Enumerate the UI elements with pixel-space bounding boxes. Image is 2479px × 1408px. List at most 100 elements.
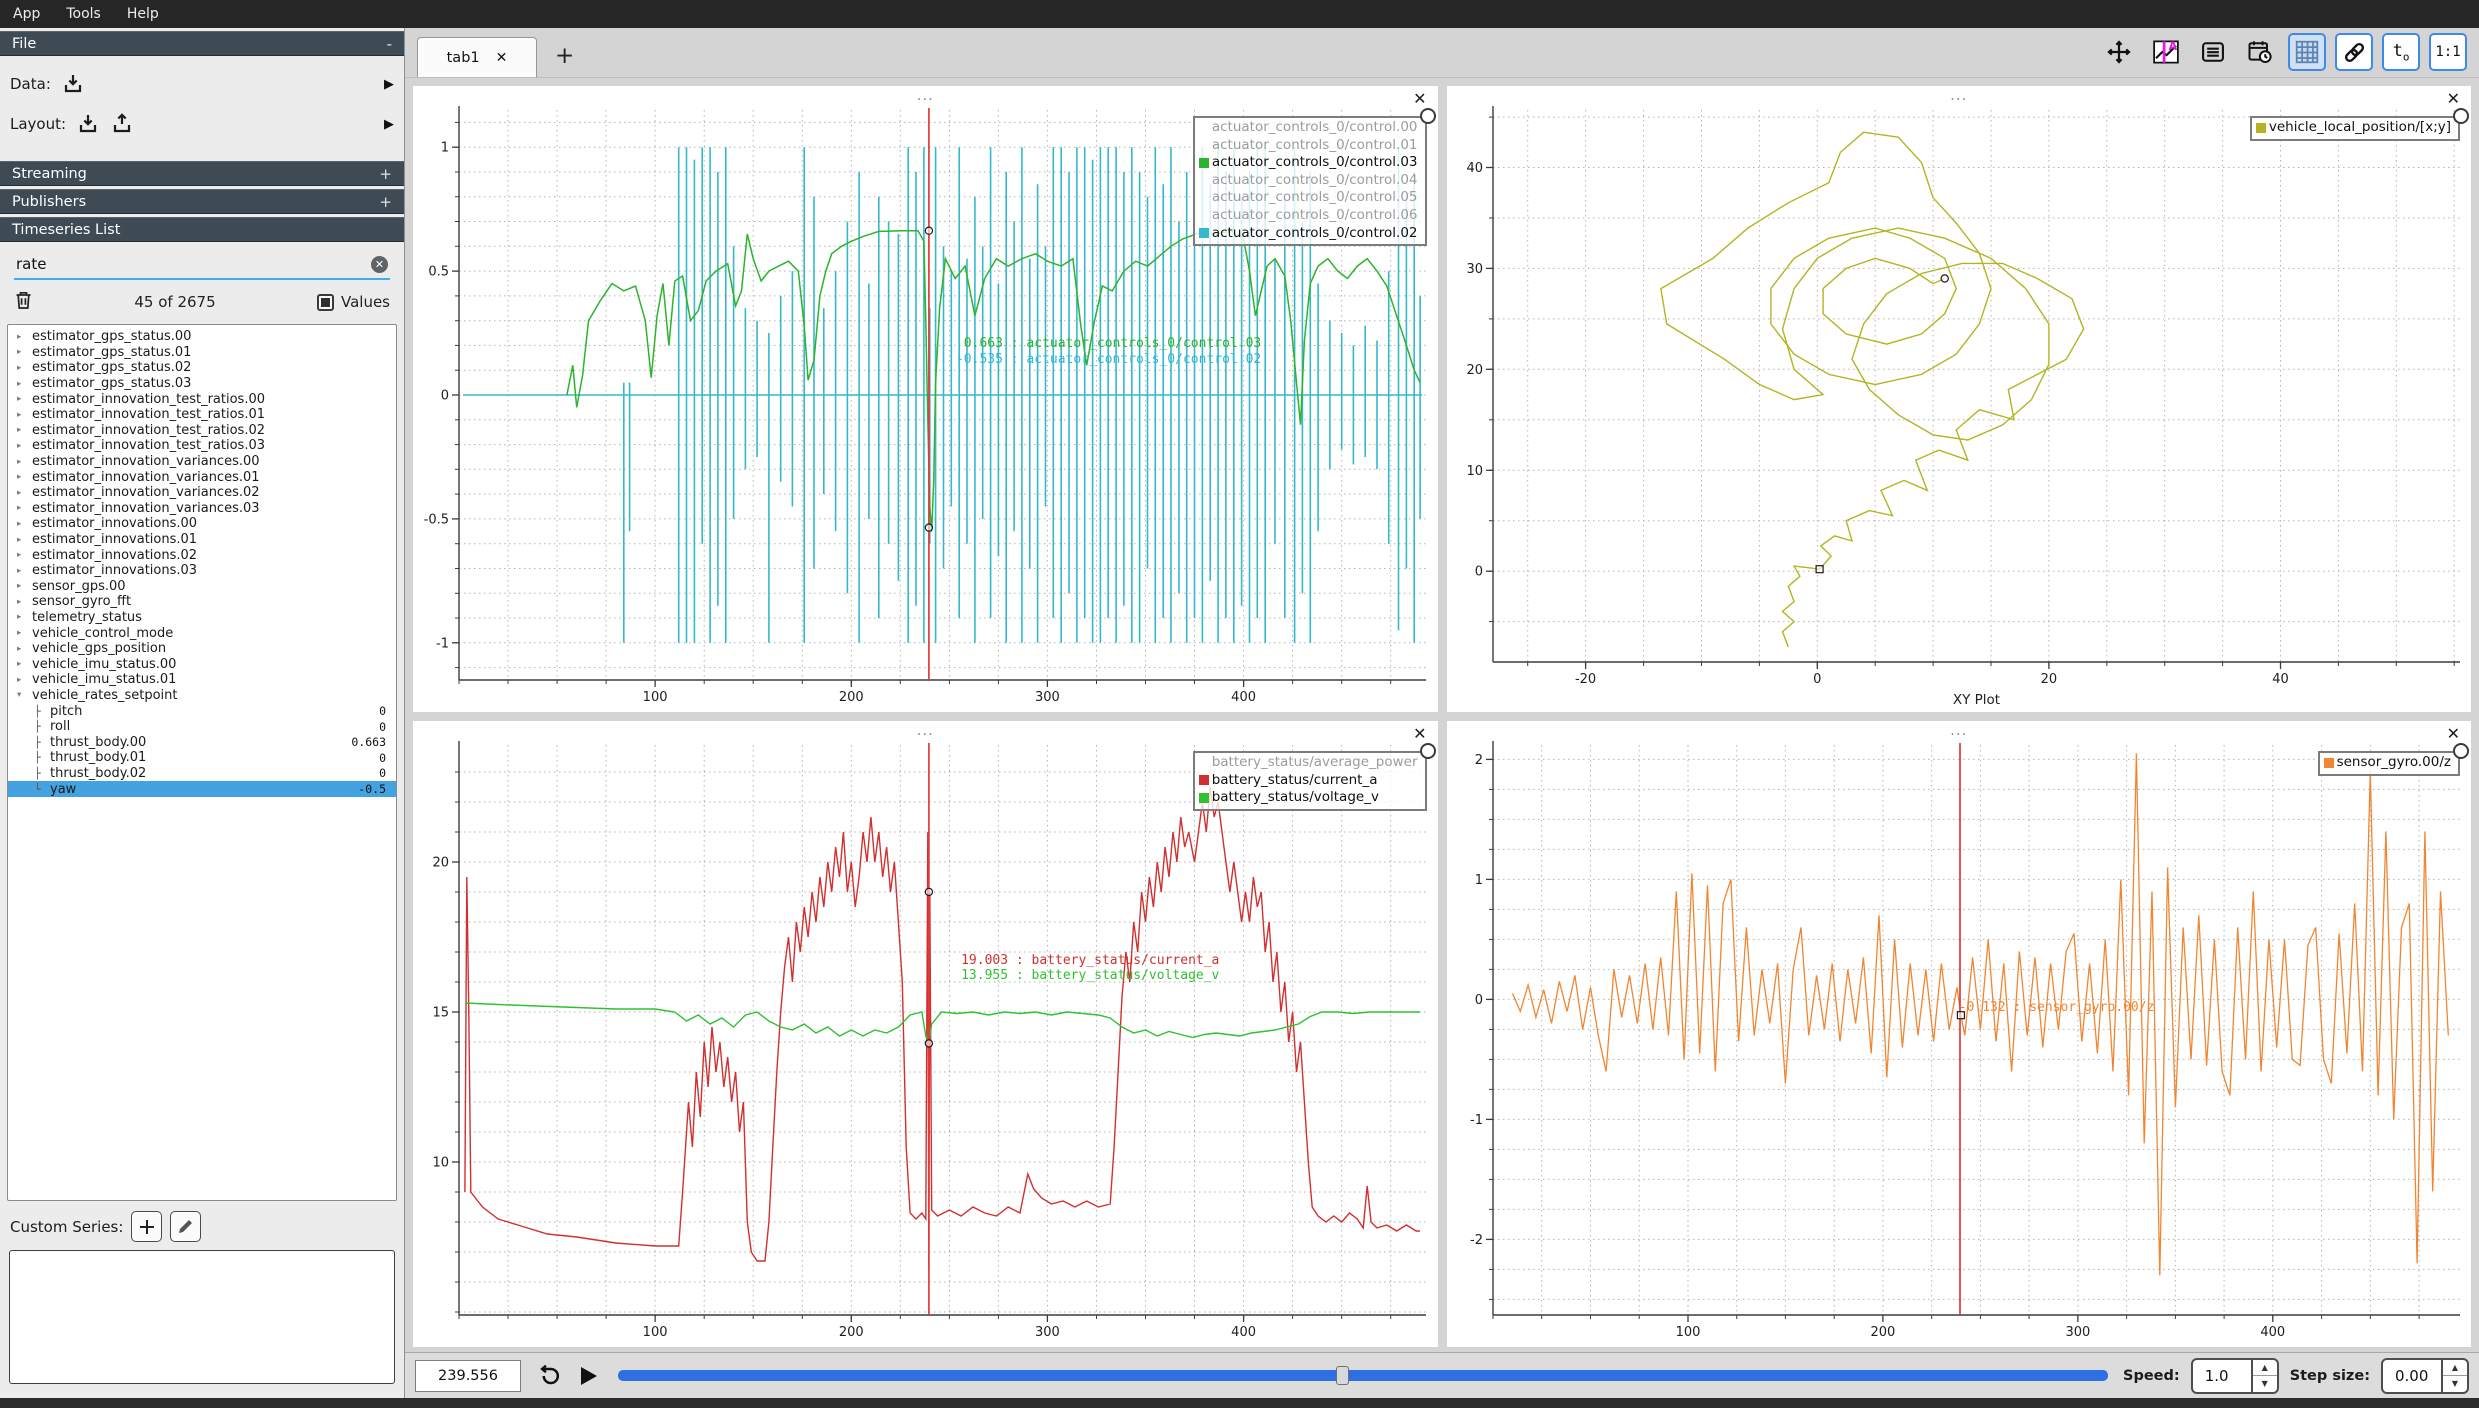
legend-entry[interactable]: vehicle_local_position/[x;y]	[2256, 119, 2451, 137]
timeseries-search-input[interactable]	[14, 252, 390, 280]
legend-entry[interactable]: sensor_gyro.00/z	[2324, 754, 2451, 772]
expand-arrow-icon[interactable]: ▸	[17, 410, 32, 420]
expand-arrow-icon[interactable]: ▸	[17, 644, 32, 654]
panel-menu-dots[interactable]: ...	[917, 86, 934, 104]
tree-item[interactable]: ▸estimator_innovation_variances.02	[8, 485, 396, 501]
panel-menu-dots[interactable]: ...	[1950, 721, 1967, 739]
tree-item[interactable]: ▸telemetry_status	[8, 610, 396, 626]
expand-arrow-icon[interactable]: ▸	[17, 394, 32, 404]
tab-close-icon[interactable]: ✕	[496, 50, 508, 66]
tree-item[interactable]: ▸estimator_innovation_variances.01	[8, 469, 396, 485]
tree-item[interactable]: ▸estimator_innovations.03	[8, 563, 396, 579]
step-size-spinbox[interactable]: 0.00 ▲▼	[2381, 1358, 2469, 1394]
speed-spin-arrows[interactable]: ▲▼	[2251, 1360, 2277, 1392]
values-checkbox[interactable]	[317, 294, 334, 311]
legend-corner-handle[interactable]	[1420, 108, 1436, 124]
expand-arrow-icon[interactable]: ▸	[17, 659, 32, 669]
expand-arrow-icon[interactable]: ▸	[17, 628, 32, 638]
battery-status-plot-canvas[interactable]: 100200300400101520	[413, 721, 1438, 1347]
legend-corner-handle[interactable]	[2453, 108, 2469, 124]
tree-item[interactable]: ▸estimator_innovation_test_ratios.01	[8, 407, 396, 423]
plot-legend[interactable]: battery_status/average_powerbattery_stat…	[1193, 751, 1427, 811]
legend-entry[interactable]: battery_status/average_power	[1199, 754, 1418, 772]
expand-arrow-icon[interactable]: ▸	[17, 472, 32, 482]
expand-arrow-icon[interactable]: ▸	[17, 441, 32, 451]
plot-panel-battery-status[interactable]: 100200300400101520... ✕ battery_status/ave…	[413, 721, 1438, 1347]
expand-arrow-icon[interactable]: ▸	[17, 332, 32, 342]
legend-entry[interactable]: actuator_controls_0/control.01	[1199, 137, 1418, 155]
plot-legend[interactable]: sensor_gyro.00/z	[2318, 751, 2460, 776]
menu-item-help[interactable]: Help	[114, 6, 172, 22]
gyro-z-plot-canvas[interactable]: 100200300400-2-1012	[1447, 721, 2472, 1347]
data-menu-arrow-icon[interactable]: ▶	[384, 77, 394, 92]
tree-item[interactable]: ▸estimator_innovations.00	[8, 516, 396, 532]
legend-entry[interactable]: actuator_controls_0/control.04	[1199, 172, 1418, 190]
expand-arrow-icon[interactable]: ▸	[17, 363, 32, 373]
ratio-1-1-icon[interactable]: 1:1	[2429, 33, 2467, 71]
tree-item[interactable]: ▸vehicle_imu_status.00	[8, 656, 396, 672]
tree-item[interactable]: ▾vehicle_rates_setpoint	[8, 688, 396, 704]
tree-item[interactable]: ▸estimator_innovation_test_ratios.00	[8, 391, 396, 407]
plot-legend[interactable]: vehicle_local_position/[x;y]	[2250, 116, 2460, 141]
legend-entry[interactable]: actuator_controls_0/control.05	[1199, 189, 1418, 207]
file-section-header[interactable]: File -	[0, 31, 404, 56]
expand-arrow-icon[interactable]: ▸	[17, 503, 32, 513]
expand-arrow-icon[interactable]: ▸	[17, 675, 32, 685]
legend-corner-handle[interactable]	[2453, 743, 2469, 759]
expand-arrow-icon[interactable]: ▸	[17, 535, 32, 545]
expand-arrow-icon[interactable]: ▸	[17, 612, 32, 622]
load-data-icon[interactable]	[61, 72, 85, 96]
legend-entry[interactable]: actuator_controls_0/control.06	[1199, 207, 1418, 225]
layout-menu-arrow-icon[interactable]: ▶	[384, 117, 394, 132]
legend-corner-handle[interactable]	[1420, 743, 1436, 759]
timeline-slider-handle[interactable]	[1336, 1366, 1349, 1385]
expand-arrow-icon[interactable]: ▸	[17, 379, 32, 389]
plot-legend[interactable]: actuator_controls_0/control.00actuator_c…	[1193, 116, 1427, 246]
tree-item[interactable]: ▸estimator_innovation_test_ratios.02	[8, 423, 396, 439]
clear-search-icon[interactable]: ✕	[371, 256, 388, 273]
plot-panel-actuator-controls[interactable]: 100200300400-1-0.500.51...✕actuator_cont…	[413, 86, 1438, 712]
expand-arrow-icon[interactable]: ▸	[17, 488, 32, 498]
grid-icon[interactable]	[2288, 33, 2326, 71]
panel-close-icon[interactable]: ✕	[1413, 91, 1426, 107]
collapse-arrow-icon[interactable]: ▾	[17, 690, 32, 700]
menu-item-app[interactable]: App	[0, 6, 53, 22]
tree-item[interactable]: ▸sensor_gyro_fft	[8, 594, 396, 610]
tab-tab1[interactable]: tab1 ✕	[417, 37, 537, 77]
expand-arrow-icon[interactable]: ▸	[17, 519, 32, 529]
edit-custom-series-button[interactable]	[170, 1211, 201, 1242]
datetime-icon[interactable]	[2241, 33, 2279, 71]
load-layout-icon[interactable]	[76, 112, 100, 136]
plot-panel-gyro-z[interactable]: 100200300400-2-1012...✕sensor_gyro.00/z-…	[1447, 721, 2472, 1347]
tree-item[interactable]: ▸vehicle_imu_status.01	[8, 672, 396, 688]
tree-item[interactable]: └yaw-0.5	[8, 781, 396, 797]
tree-item[interactable]: ▸vehicle_control_mode	[8, 625, 396, 641]
time-origin-icon[interactable]: to	[2382, 33, 2420, 71]
curve-tracker-icon[interactable]: A	[2147, 33, 2185, 71]
panel-menu-dots[interactable]: ...	[917, 721, 934, 739]
expand-arrow-icon[interactable]: ▸	[17, 425, 32, 435]
tree-item[interactable]: ├thrust_body.000.663	[8, 734, 396, 750]
loop-icon[interactable]	[532, 1361, 562, 1391]
play-icon[interactable]	[573, 1361, 603, 1391]
tree-item[interactable]: ▸estimator_gps_status.03	[8, 376, 396, 392]
panel-menu-dots[interactable]: ...	[1950, 86, 1967, 104]
tree-item[interactable]: ├roll0	[8, 719, 396, 735]
panel-close-icon[interactable]: ✕	[1413, 726, 1426, 742]
tree-item[interactable]: ├pitch0	[8, 703, 396, 719]
panel-close-icon[interactable]: ✕	[2447, 91, 2460, 107]
tree-item[interactable]: ├thrust_body.020	[8, 766, 396, 782]
tree-item[interactable]: ├thrust_body.010	[8, 750, 396, 766]
timeline-slider[interactable]	[618, 1370, 2108, 1381]
expand-arrow-icon[interactable]: ▸	[17, 550, 32, 560]
expand-arrow-icon[interactable]: ▸	[17, 597, 32, 607]
expand-arrow-icon[interactable]: ▸	[17, 566, 32, 576]
tree-item[interactable]: ▸vehicle_gps_position	[8, 641, 396, 657]
trash-icon[interactable]	[14, 290, 33, 314]
tree-item[interactable]: ▸estimator_gps_status.01	[8, 345, 396, 361]
expand-arrow-icon[interactable]: ▸	[17, 347, 32, 357]
link-icon[interactable]	[2335, 33, 2373, 71]
legend-entry[interactable]: actuator_controls_0/control.00	[1199, 119, 1418, 137]
timeseries-tree[interactable]: ▸estimator_gps_status.00▸estimator_gps_s…	[7, 324, 397, 1201]
current-time-display[interactable]: 239.556	[415, 1360, 521, 1392]
